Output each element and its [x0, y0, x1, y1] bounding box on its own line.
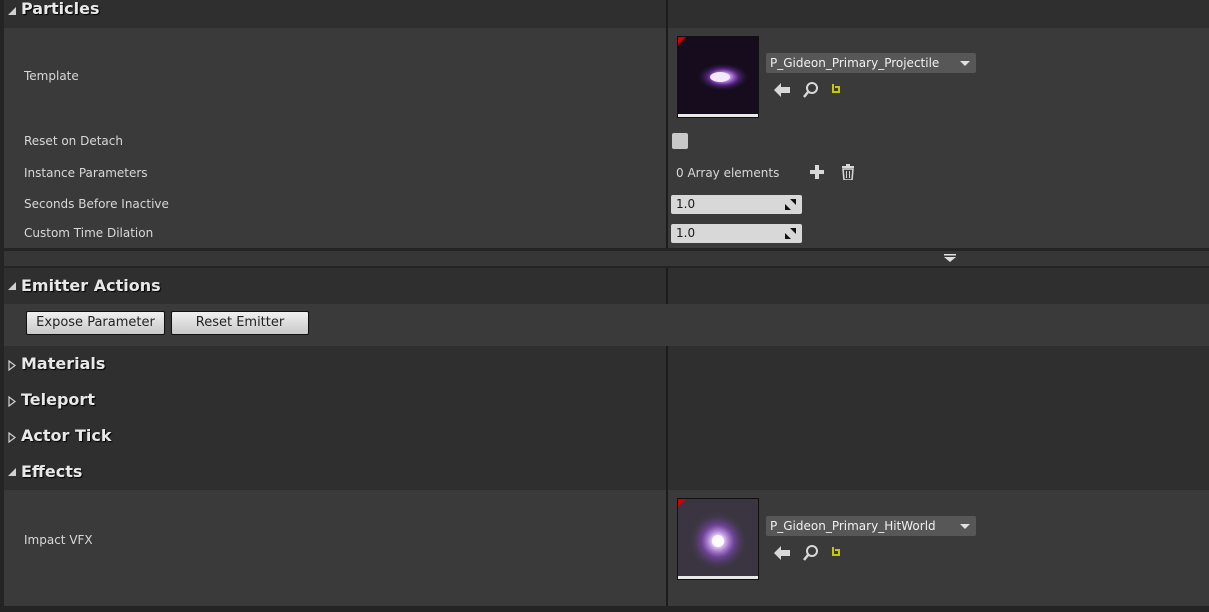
category-emitter-actions[interactable]: Emitter Actions [4, 268, 1209, 304]
category-actor-tick[interactable]: Actor Tick [4, 418, 1209, 454]
column-splitter[interactable] [666, 124, 668, 156]
category-title: Particles [21, 0, 100, 18]
property-label: Reset on Detach [24, 134, 123, 148]
asset-type-corner [678, 37, 686, 45]
category-title: Teleport [21, 390, 95, 409]
combo-value: P_Gideon_Primary_Projectile [770, 56, 940, 70]
property-label: Impact VFX [24, 533, 93, 547]
category-title: Actor Tick [21, 426, 112, 445]
reset-to-default-icon[interactable] [831, 546, 841, 558]
chevron-down-icon [960, 61, 970, 66]
expand-triangle-icon [8, 360, 16, 371]
browse-magnifier-icon[interactable] [803, 545, 819, 561]
advanced-expander-bar[interactable] [4, 251, 1209, 266]
property-label: Seconds Before Inactive [24, 197, 169, 211]
column-splitter[interactable] [666, 454, 668, 490]
category-effects[interactable]: Effects [4, 454, 1209, 490]
delete-trash-icon[interactable] [841, 164, 855, 180]
property-reset-on-detach: Reset on Detach [4, 124, 1209, 156]
emitter-actions-buttons: Expose Parameter Reset Emitter [4, 304, 1209, 346]
add-plus-icon[interactable] [810, 165, 824, 179]
property-label: Custom Time Dilation [24, 226, 154, 240]
spin-drag-icon[interactable] [785, 228, 796, 239]
custom-time-dilation-input[interactable]: 1.0 [671, 224, 802, 243]
use-selected-arrow-icon[interactable] [774, 83, 790, 97]
property-label: Instance Parameters [24, 166, 148, 180]
column-splitter[interactable] [666, 0, 668, 28]
particle-preview-image [678, 37, 758, 117]
property-template: Template P_Gideon_Primary_Projectile [4, 28, 1209, 124]
column-splitter[interactable] [666, 218, 668, 248]
input-value: 1.0 [676, 226, 696, 240]
column-splitter[interactable] [666, 188, 668, 218]
expand-triangle-icon [8, 432, 16, 443]
column-splitter[interactable] [666, 268, 668, 304]
asset-thumbnail[interactable] [677, 36, 759, 118]
column-splitter[interactable] [666, 28, 668, 124]
property-seconds-before-inactive: Seconds Before Inactive 1.0 [4, 188, 1209, 218]
asset-bar [678, 114, 758, 117]
expose-parameter-button[interactable]: Expose Parameter [26, 311, 165, 335]
collapse-triangle-icon [8, 7, 16, 15]
asset-bar [678, 576, 758, 579]
category-materials[interactable]: Materials [4, 346, 1209, 382]
property-instance-parameters: Instance Parameters 0 Array elements [4, 156, 1209, 188]
advanced-expand-icon[interactable] [944, 254, 956, 262]
property-impact-vfx: Impact VFX P_Gideon_Primary_HitWorld [4, 490, 1209, 606]
template-asset-combo[interactable]: P_Gideon_Primary_Projectile [766, 53, 976, 73]
column-splitter[interactable] [666, 382, 668, 418]
category-title: Materials [21, 354, 106, 373]
column-splitter[interactable] [666, 490, 668, 606]
combo-value: P_Gideon_Primary_HitWorld [770, 519, 936, 533]
input-value: 1.0 [676, 197, 696, 211]
column-splitter[interactable] [666, 346, 668, 382]
reset-emitter-button[interactable]: Reset Emitter [171, 311, 309, 335]
category-title: Emitter Actions [21, 276, 161, 295]
chevron-down-icon [960, 524, 970, 529]
column-splitter[interactable] [666, 156, 668, 188]
category-teleport[interactable]: Teleport [4, 382, 1209, 418]
property-label: Template [24, 69, 79, 83]
column-splitter[interactable] [666, 418, 668, 454]
seconds-before-inactive-input[interactable]: 1.0 [671, 195, 802, 214]
impact-vfx-asset-combo[interactable]: P_Gideon_Primary_HitWorld [766, 516, 976, 536]
collapse-triangle-icon [8, 468, 16, 476]
asset-type-corner [678, 499, 686, 507]
category-title: Effects [21, 462, 83, 481]
array-count: 0 Array elements [676, 166, 780, 180]
use-selected-arrow-icon[interactable] [774, 546, 790, 560]
expand-triangle-icon [8, 396, 16, 407]
spin-drag-icon[interactable] [785, 199, 796, 210]
reset-on-detach-checkbox[interactable] [672, 133, 688, 149]
property-custom-time-dilation: Custom Time Dilation 1.0 [4, 218, 1209, 248]
reset-to-default-icon[interactable] [831, 83, 841, 95]
particle-preview-image [678, 499, 758, 579]
browse-magnifier-icon[interactable] [803, 82, 819, 98]
category-particles[interactable]: Particles [4, 0, 1209, 28]
collapse-triangle-icon [8, 282, 16, 290]
asset-thumbnail[interactable] [677, 498, 759, 580]
